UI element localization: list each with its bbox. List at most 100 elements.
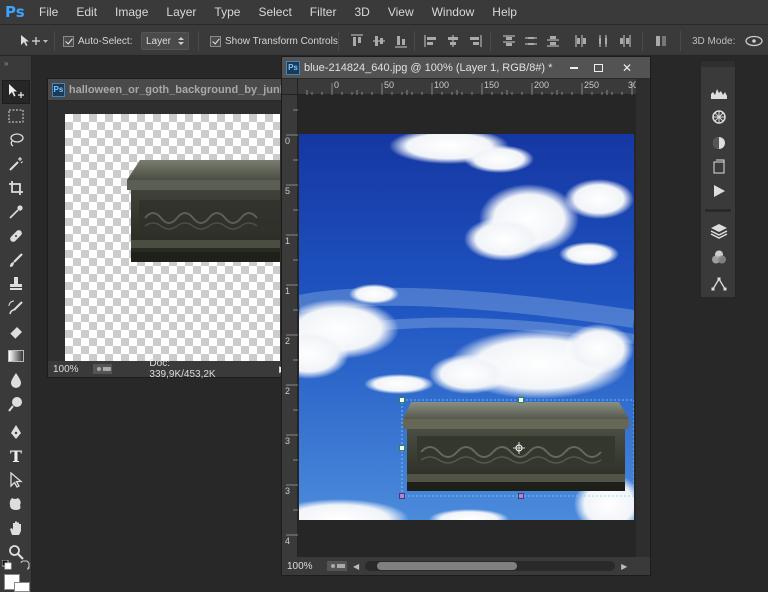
auto-align-icon[interactable] (654, 34, 668, 48)
marquee-tool[interactable] (6, 106, 26, 126)
auto-select-dropdown[interactable]: Layer (141, 32, 189, 50)
menu-layer[interactable]: Layer (166, 0, 196, 24)
document-titlebar[interactable]: Ps halloween_or_goth_background_by_junkb… (48, 79, 286, 101)
scroll-left-icon[interactable]: ◀ (353, 562, 359, 571)
3d-mode-label: 3D Mode: (692, 35, 736, 47)
menu-select[interactable]: Select (258, 0, 291, 24)
brush-icon (10, 253, 23, 267)
distribute-hcenter-icon[interactable] (596, 34, 610, 48)
paths-icon (711, 277, 727, 291)
move-tool[interactable] (6, 82, 26, 102)
align-right-icon[interactable] (468, 34, 482, 48)
horizontal-scrollbar[interactable] (365, 561, 616, 571)
close-button[interactable]: ✕ (610, 60, 644, 76)
shape-tool[interactable] (6, 494, 26, 514)
swap-colors-icon[interactable] (20, 560, 30, 573)
menu-3d[interactable]: 3D (354, 0, 369, 24)
distribute-left-icon[interactable] (574, 34, 588, 48)
paths-panel-button[interactable] (709, 273, 729, 293)
path-selection-tool[interactable] (6, 470, 26, 490)
menu-image[interactable]: Image (115, 0, 148, 24)
align-bottom-icon[interactable] (394, 34, 408, 48)
separator (680, 31, 681, 51)
zoom-level[interactable]: 100% (287, 561, 327, 572)
crop-tool[interactable] (6, 178, 26, 198)
ruler-label: 0 (285, 136, 291, 146)
clone-stamp-tool[interactable] (6, 274, 26, 294)
magnifier-icon (9, 545, 24, 560)
background-color-swatch[interactable] (14, 582, 30, 592)
channels-panel-button[interactable] (709, 247, 729, 267)
actions-panel-button[interactable] (709, 181, 729, 201)
gradient-tool[interactable] (6, 346, 26, 366)
tools-panel: » T (0, 56, 32, 592)
eraser-tool[interactable] (6, 322, 26, 342)
histogram-panel-button[interactable] (709, 83, 729, 103)
stamp-icon (10, 277, 22, 290)
horizontal-ruler[interactable]: 0 50 100 150 200 250 300 (298, 79, 643, 95)
hand-tool[interactable] (6, 518, 26, 538)
zoom-tool[interactable] (6, 542, 26, 562)
separator (490, 31, 491, 51)
layers-panel-button[interactable] (709, 221, 729, 241)
collapse-icon[interactable]: » (4, 59, 8, 68)
status-menu-icon[interactable] (327, 561, 347, 571)
lasso-tool[interactable] (6, 130, 26, 150)
zoom-level[interactable]: 100% (53, 364, 93, 375)
adjustments-panel-button[interactable] (709, 133, 729, 153)
panel-grip[interactable] (701, 61, 735, 67)
chest-image (127, 160, 280, 262)
distribute-top-icon[interactable] (502, 34, 516, 48)
status-menu-icon[interactable] (92, 364, 113, 374)
menu-type[interactable]: Type (214, 0, 240, 24)
menu-edit[interactable]: Edit (76, 0, 97, 24)
menu-window[interactable]: Window (432, 0, 475, 24)
3d-rotate-icon[interactable] (744, 34, 764, 48)
ruler-label: 3 (285, 486, 291, 496)
align-vcenter-icon[interactable] (372, 34, 386, 48)
minimize-button[interactable] (562, 60, 586, 76)
align-top-icon[interactable] (350, 34, 364, 48)
auto-select-label: Auto-Select: (78, 35, 133, 47)
brush-tool[interactable] (6, 250, 26, 270)
quick-select-tool[interactable] (6, 154, 26, 174)
maximize-button[interactable] (586, 60, 610, 76)
ruler-origin[interactable] (282, 79, 298, 95)
align-left-icon[interactable] (424, 34, 438, 48)
magic-wand-icon (9, 157, 23, 171)
menu-file[interactable]: File (39, 0, 58, 24)
distribute-bottom-icon[interactable] (546, 34, 560, 48)
menu-bar: Ps File Edit Image Layer Type Select Fil… (0, 0, 768, 24)
move-tool-preset-picker[interactable] (18, 25, 48, 57)
history-brush-tool[interactable] (6, 298, 26, 318)
document-window-halloween[interactable]: Ps halloween_or_goth_background_by_junkb… (47, 78, 287, 380)
pen-tool[interactable] (6, 422, 26, 442)
document-window-blue-sky[interactable]: Ps blue-214824_640.jpg @ 100% (Layer 1, … (281, 56, 651, 576)
navigator-panel-button[interactable] (709, 107, 729, 127)
default-colors-icon[interactable] (1, 559, 12, 573)
vertical-scrollbar[interactable] (636, 79, 650, 559)
blur-tool[interactable] (6, 370, 26, 390)
dodge-tool[interactable] (6, 394, 26, 414)
type-tool[interactable]: T (6, 446, 26, 466)
menu-filter[interactable]: Filter (310, 0, 337, 24)
scroll-thumb[interactable] (377, 562, 518, 570)
menu-view[interactable]: View (388, 0, 414, 24)
show-transform-checkbox[interactable]: Show Transform Controls (210, 25, 338, 57)
distribute-right-icon[interactable] (618, 34, 632, 48)
channels-icon (712, 250, 726, 264)
distribute-vcenter-icon[interactable] (524, 34, 538, 48)
healing-brush-tool[interactable] (6, 226, 26, 246)
document-titlebar[interactable]: Ps blue-214824_640.jpg @ 100% (Layer 1, … (282, 57, 650, 79)
dodge-icon (8, 397, 22, 412)
vertical-ruler[interactable]: 0 5 1 1 2 2 3 3 4 (282, 95, 298, 559)
canvas-transparent[interactable] (65, 114, 280, 361)
eyedropper-tool[interactable] (6, 202, 26, 222)
menu-help[interactable]: Help (492, 0, 517, 24)
align-hcenter-icon[interactable] (446, 34, 460, 48)
scroll-right-icon[interactable]: ▶ (621, 562, 627, 571)
history-panel-button[interactable] (709, 157, 729, 177)
separator (414, 31, 415, 51)
auto-select-checkbox[interactable]: Auto-Select: (63, 25, 132, 57)
canvas-sky[interactable] (299, 134, 634, 520)
